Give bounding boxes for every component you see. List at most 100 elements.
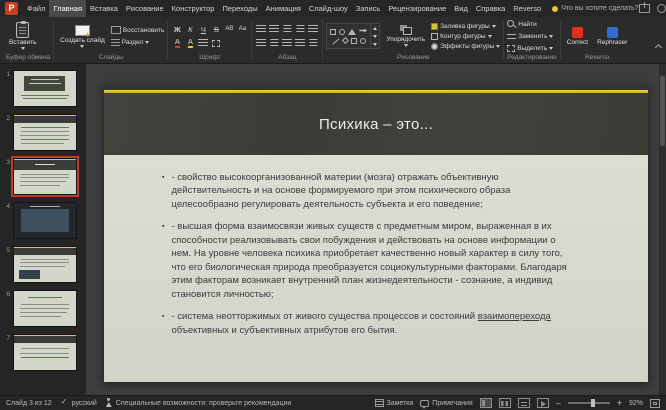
justify-button[interactable] — [294, 37, 306, 49]
slide-title[interactable]: Психика – это... — [319, 116, 433, 133]
tab-animations[interactable]: Анимация — [262, 0, 305, 17]
reset-slide-button[interactable]: Восстановить — [111, 25, 165, 35]
tab-design[interactable]: Конструктор — [168, 0, 219, 17]
zoom-slider-thumb[interactable] — [591, 399, 595, 407]
section-button[interactable]: Раздел — [111, 37, 165, 47]
slide-thumbnail-3[interactable]: 3 — [0, 158, 84, 195]
slide-indicator[interactable]: Слайд 3 из 12 — [6, 400, 52, 407]
tell-me-search[interactable]: Что вы хотите сделать? — [552, 5, 638, 12]
align-center-button[interactable] — [268, 37, 280, 49]
tab-record[interactable]: Запись — [352, 0, 385, 17]
clear-formatting-button[interactable] — [210, 37, 222, 49]
bullet-text-underlined-word[interactable]: взаимоперехода — [478, 311, 551, 322]
numbering-button[interactable] — [268, 23, 280, 35]
tab-home[interactable]: Главная — [49, 0, 86, 17]
columns-button[interactable] — [307, 37, 319, 49]
normal-view-button[interactable] — [480, 398, 492, 408]
arrow-shape-icon[interactable] — [359, 29, 367, 33]
slide-thumbnail-1[interactable]: 1 — [0, 70, 84, 107]
tab-draw[interactable]: Рисование — [122, 0, 168, 17]
feedback-icon[interactable] — [657, 4, 666, 13]
slide-thumbnail-6[interactable]: 6 — [0, 290, 84, 327]
zoom-in-icon[interactable]: + — [617, 399, 622, 408]
bullets-button[interactable] — [255, 23, 267, 35]
reverso-correct-button[interactable]: Correct — [564, 27, 591, 46]
share-icon[interactable] — [639, 4, 650, 13]
notes-button[interactable]: Заметки — [375, 399, 414, 407]
shape-outline-button[interactable]: Контур фигуры — [431, 32, 500, 40]
collapse-ribbon-icon[interactable] — [655, 44, 662, 51]
tab-reverso[interactable]: Reverso — [509, 0, 545, 17]
slide-number: 3 — [0, 158, 13, 195]
zoom-level[interactable]: 92% — [629, 400, 643, 407]
shapes-scrollbar[interactable] — [370, 24, 379, 48]
highlight-color-button[interactable]: А — [188, 38, 193, 48]
rectangle-shape-icon[interactable] — [330, 29, 336, 35]
shapes-gallery[interactable] — [326, 23, 380, 49]
slide-thumbnail-4[interactable]: 4 — [0, 202, 84, 239]
strikethrough-button[interactable]: S — [210, 23, 222, 35]
reading-view-button[interactable] — [518, 398, 530, 408]
tab-view[interactable]: Вид — [450, 0, 472, 17]
slideshow-button[interactable] — [537, 398, 549, 408]
text-shadow-button[interactable] — [197, 37, 209, 49]
bold-button[interactable]: Ж — [171, 23, 183, 35]
oval-shape-icon[interactable] — [360, 38, 366, 44]
accessibility-status[interactable]: Специальные возможности: проверьте реком… — [105, 398, 292, 408]
slide-thumbnail-2[interactable]: 2 — [0, 114, 84, 151]
line-spacing-button[interactable] — [307, 23, 319, 35]
indent-decrease-button[interactable] — [281, 23, 293, 35]
fit-slide-to-window-icon[interactable] — [650, 399, 660, 408]
tab-help[interactable]: Справка — [472, 0, 509, 17]
slide-body-placeholder[interactable]: - свойство высокоорганизованной материи … — [104, 155, 648, 382]
more-shapes-icon[interactable] — [373, 43, 377, 46]
tab-insert[interactable]: Вставка — [86, 0, 122, 17]
slide-sorter-view-button[interactable] — [499, 398, 511, 408]
spellcheck-status[interactable]: русский — [60, 399, 97, 407]
font-color-button[interactable]: А — [175, 38, 180, 48]
zoom-slider[interactable] — [568, 402, 610, 404]
underline-button[interactable]: Ч — [197, 23, 209, 35]
slide-thumbnail-7[interactable]: 7 — [0, 334, 84, 371]
shape-effects-button[interactable]: Эффекты фигуры — [431, 42, 500, 50]
italic-button[interactable]: К — [184, 23, 196, 35]
zoom-out-icon[interactable]: – — [556, 399, 561, 408]
bullet-item[interactable]: - высшая форма взаимосвязи живых существ… — [162, 220, 568, 301]
line-shape-icon[interactable] — [333, 38, 340, 44]
bullet-item[interactable]: - система неотторжимых от живого существ… — [162, 310, 568, 337]
scroll-up-icon[interactable] — [373, 27, 377, 30]
paste-button[interactable]: Вставить — [6, 22, 40, 50]
ellipse-shape-icon[interactable] — [339, 29, 345, 35]
character-spacing-button[interactable]: АВ — [223, 23, 235, 35]
triangle-shape-icon[interactable] — [348, 29, 356, 35]
select-button[interactable]: Выделить — [507, 43, 553, 53]
arrange-button[interactable]: Упорядочить — [383, 25, 428, 47]
align-left-button[interactable] — [255, 37, 267, 49]
canvas-scrollbar[interactable] — [659, 64, 666, 395]
find-button[interactable]: Найти — [507, 19, 553, 29]
comments-button[interactable]: Примечания — [420, 400, 472, 407]
current-slide[interactable]: Психика – это... - свойство высокооргани… — [104, 85, 648, 382]
bullet-item[interactable]: - свойство высокоорганизованной материи … — [162, 171, 568, 211]
tab-review[interactable]: Рецензирование — [384, 0, 450, 17]
accessibility-icon — [105, 398, 113, 408]
indent-increase-button[interactable] — [294, 23, 306, 35]
diamond-shape-icon[interactable] — [342, 36, 349, 43]
align-right-button[interactable] — [281, 37, 293, 49]
align-center-icon — [269, 39, 279, 47]
slide-title-placeholder[interactable]: Психика – это... — [104, 93, 648, 155]
tab-transitions[interactable]: Переходы — [218, 0, 261, 17]
slide-thumbnail-5[interactable]: 5 — [0, 246, 84, 283]
replace-button[interactable]: Заменить — [507, 31, 553, 41]
shape-fill-button[interactable]: Заливка фигуры — [431, 22, 500, 30]
tab-slideshow[interactable]: Слайд-шоу — [305, 0, 352, 17]
canvas-scrollbar-thumb[interactable] — [660, 76, 665, 146]
change-case-button[interactable]: Аа — [236, 23, 248, 35]
numbering-icon — [269, 25, 279, 33]
new-slide-button[interactable]: Создать слайд — [57, 25, 108, 48]
select-icon — [507, 45, 515, 52]
frame-shape-icon[interactable] — [351, 38, 357, 44]
scroll-down-icon[interactable] — [373, 35, 377, 38]
tab-file[interactable]: Файл — [23, 0, 49, 17]
reverso-rephraser-button[interactable]: Rephraser — [594, 27, 630, 46]
